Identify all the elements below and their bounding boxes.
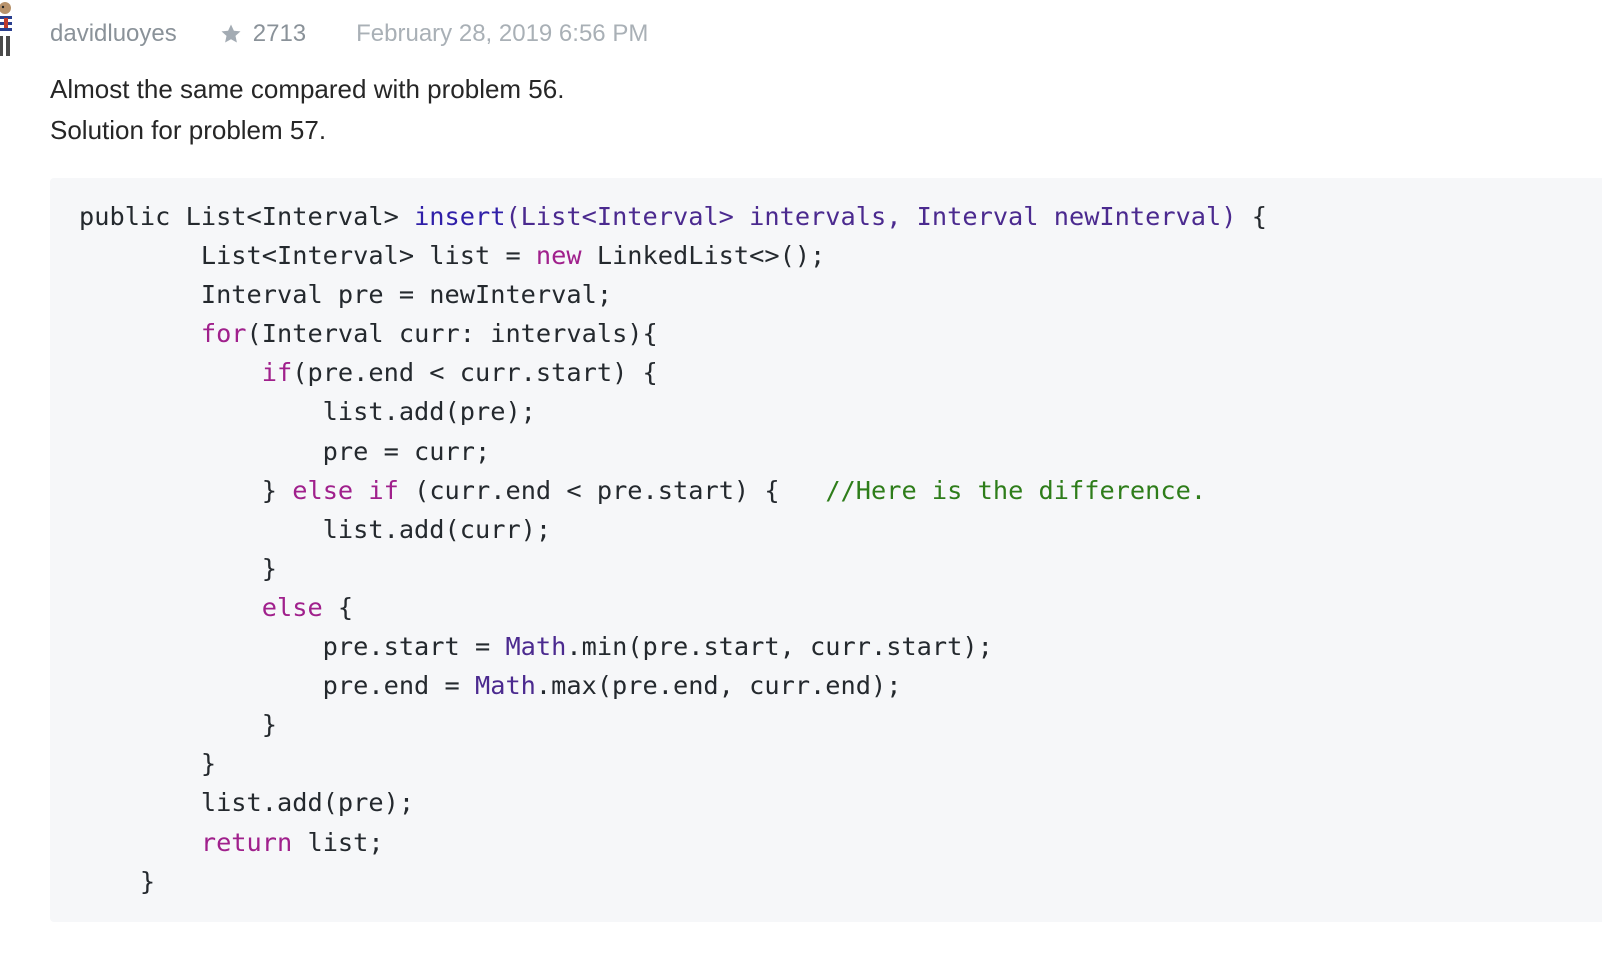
vote-count: 2713 — [252, 20, 307, 47]
post-paragraph: Almost the same compared with problem 56… — [50, 74, 565, 104]
code-line: return list; — [79, 823, 1267, 862]
code-token-kw: return — [200, 827, 293, 857]
code-token-plain: pre.end = — [79, 671, 475, 701]
code-token-plain: .max(pre.end, curr.end); — [535, 671, 902, 701]
code-token-plain: } — [79, 749, 217, 779]
post-body: Almost the same compared with problem 56… — [50, 69, 564, 151]
code-token-kw: if — [368, 475, 399, 505]
code-line: if(pre.end < curr.start) { — [79, 353, 1267, 392]
vote-widget[interactable]: 2713 — [219, 20, 306, 48]
code-token-kw: if — [261, 358, 293, 388]
code-line: } — [79, 862, 1267, 901]
code-token-plain: LinkedList<>(); — [581, 241, 826, 271]
code-content: public List<Interval> insert(List<Interv… — [79, 197, 1267, 901]
code-token-plain: pre.start = — [79, 632, 506, 662]
code-line: pre.start = Math.min(pre.start, curr.sta… — [79, 627, 1267, 666]
code-token-plain: list.add(pre); — [79, 788, 415, 818]
code-token-param: (List<Interval> intervals, Interval newI… — [505, 202, 1237, 231]
code-token-plain: } — [79, 475, 293, 505]
code-line: public List<Interval> insert(List<Interv… — [79, 197, 1267, 236]
code-line: list.add(pre); — [79, 392, 1267, 431]
code-token-plain: public List<Interval> — [79, 202, 415, 231]
code-token-plain: Interval pre = newInterval; — [79, 280, 613, 310]
code-line: pre.end = Math.max(pre.end, curr.end); — [79, 666, 1267, 705]
code-token-kw: new — [535, 241, 582, 271]
code-block: public List<Interval> insert(List<Interv… — [50, 178, 1602, 922]
code-token-plain: (Interval curr: intervals){ — [246, 319, 658, 349]
code-token-kw: for — [200, 319, 247, 349]
post-paragraph: Solution for problem 57. — [50, 115, 327, 145]
code-token-type: Math — [505, 632, 567, 662]
code-token-plain: (pre.end < curr.start) { — [292, 358, 658, 388]
avatar[interactable] — [0, 0, 18, 60]
code-line: list.add(pre); — [79, 783, 1267, 822]
code-line: } — [79, 705, 1267, 744]
code-line: list.add(curr); — [79, 510, 1267, 549]
code-line: Interval pre = newInterval; — [79, 275, 1267, 314]
code-token-plain: } — [79, 866, 156, 896]
post-meta: davidluoyes 2713 February 28, 2019 6:56 … — [50, 16, 648, 52]
code-token-type: Math — [474, 671, 536, 701]
author-name[interactable]: davidluoyes — [50, 20, 177, 48]
code-token-plain: list.add(pre); — [79, 397, 536, 427]
code-token-plain: .min(pre.start, curr.start); — [566, 632, 993, 662]
code-token-plain: (curr.end < pre.start) { — [398, 475, 826, 505]
avatar-image — [0, 2, 12, 56]
code-token-plain: list.add(curr); — [79, 514, 552, 544]
code-line: pre = curr; — [79, 432, 1267, 471]
star-icon[interactable] — [219, 22, 243, 46]
code-token-plain: } — [79, 710, 277, 740]
code-line: else { — [79, 588, 1267, 627]
code-token-plain: List<Interval> list = — [79, 241, 536, 271]
code-token-kw: else — [292, 475, 354, 505]
code-line: } — [79, 744, 1267, 783]
code-token-kw: else — [261, 592, 323, 622]
code-token-plain: pre = curr; — [79, 436, 491, 466]
code-token-plain: list; — [292, 827, 384, 857]
code-token-plain: } — [79, 553, 277, 583]
code-token-fn: insert — [414, 202, 506, 231]
code-token-plain: { — [322, 592, 354, 622]
code-line: } else if (curr.end < pre.start) { //Her… — [79, 471, 1267, 510]
post-date: February 28, 2019 6:56 PM — [356, 20, 649, 47]
code-line: } — [79, 549, 1267, 588]
code-token-plain: { — [1236, 202, 1267, 231]
code-line: List<Interval> list = new LinkedList<>()… — [79, 236, 1267, 275]
code-line: for(Interval curr: intervals){ — [79, 314, 1267, 353]
code-token-comment: //Here is the difference. — [825, 475, 1207, 505]
